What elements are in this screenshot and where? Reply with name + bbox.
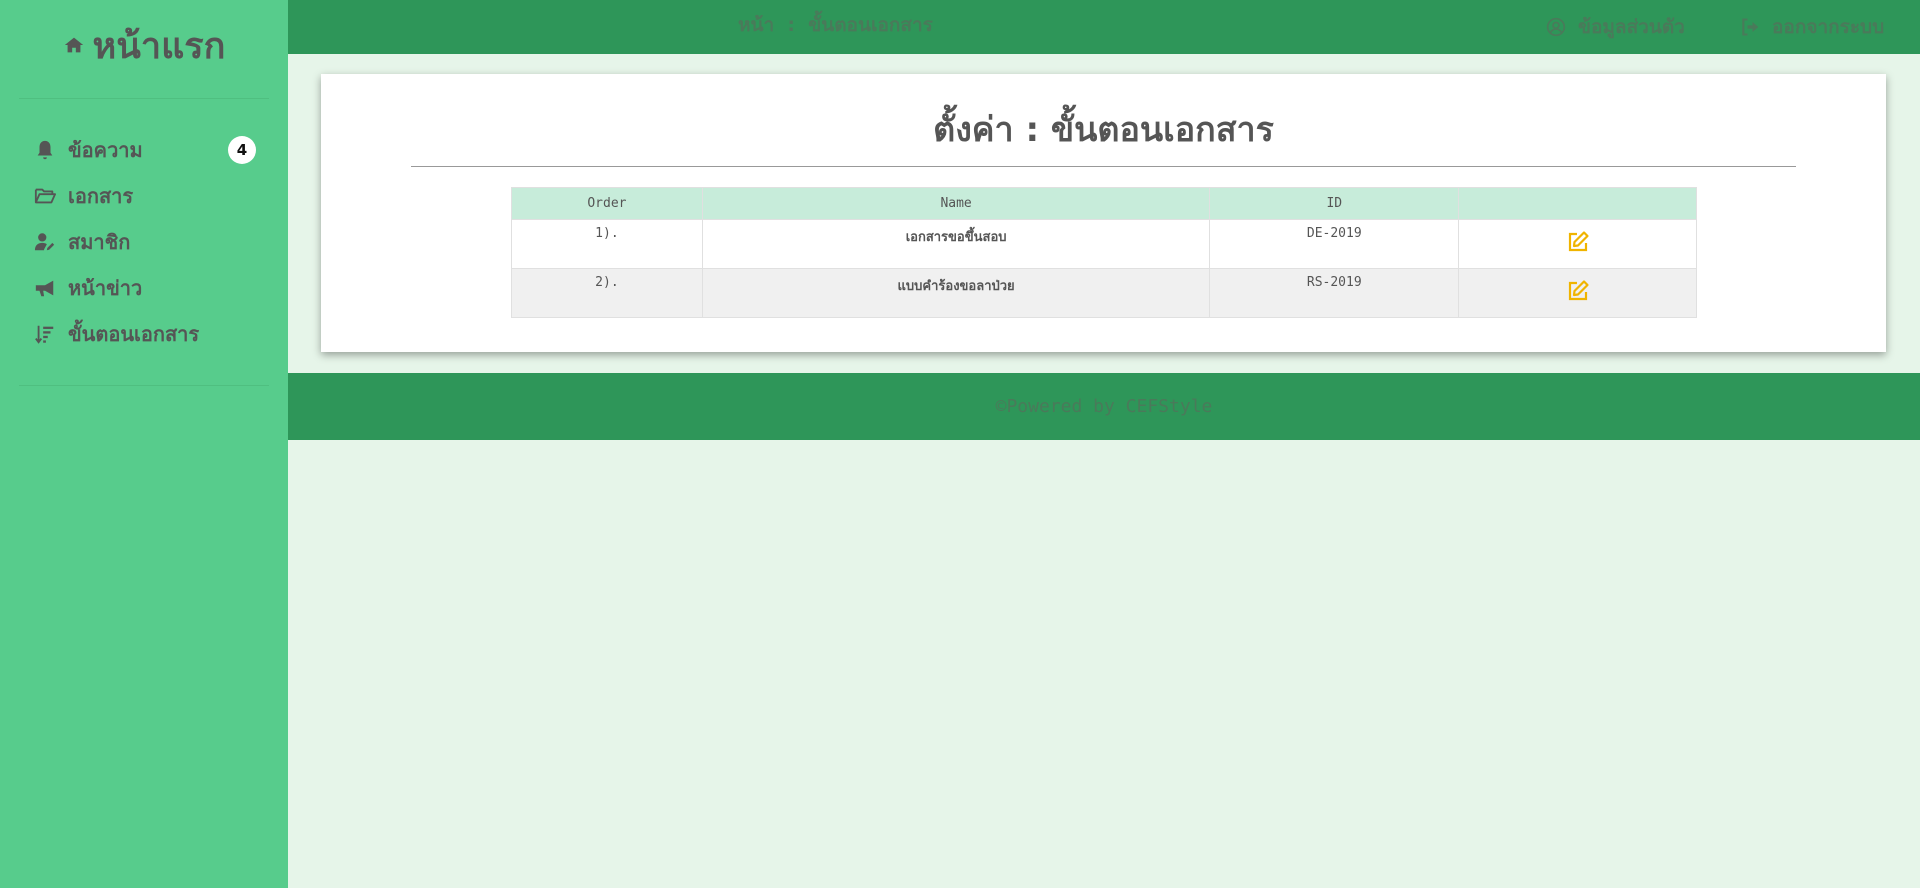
folder-open-icon [34, 188, 56, 204]
bullhorn-icon [35, 280, 54, 297]
sidebar-item-label: ขั้นตอนเอกสาร [68, 322, 200, 346]
sidebar-divider [19, 385, 269, 386]
sign-out-icon [1742, 18, 1759, 36]
document-steps-table: Order Name ID 1). เอกสารขอขึ้นสอบ DE-201… [511, 187, 1697, 318]
cell-id: RS-2019 [1209, 268, 1460, 318]
table-row: 2). แบบคำร้องขอลาป่วย RS-2019 [511, 268, 1697, 318]
logout-label: ออกจากระบบ [1772, 16, 1885, 38]
sidebar: หน้าแรก ข้อความ 4 เอกสาร สมาชิก หน้าข่าว… [0, 0, 288, 888]
edit-icon[interactable] [1566, 230, 1590, 254]
sidebar-item-label: หน้าข่าว [68, 276, 143, 300]
cell-id: DE-2019 [1209, 219, 1460, 269]
sidebar-item-label: ข้อความ [68, 138, 143, 162]
column-header-order: Order [511, 187, 703, 220]
footer: ©Powered by CEFStyle [288, 373, 1920, 440]
user-circle-icon [1546, 17, 1566, 37]
cell-action [1458, 268, 1697, 318]
content-card: ตั้งค่า : ขั้นตอนเอกสาร Order Name ID 1)… [321, 74, 1886, 352]
profile-label: ข้อมูลส่วนตัว [1578, 16, 1685, 38]
sidebar-item-documents[interactable]: เอกสาร [0, 173, 288, 219]
breadcrumb: หน้า : ขั้นตอนเอกสาร [738, 14, 933, 36]
page-title: ตั้งค่า : ขั้นตอนเอกสาร [933, 110, 1274, 150]
sidebar-divider [19, 98, 269, 99]
column-header-id: ID [1209, 187, 1460, 220]
sidebar-brand[interactable]: หน้าแรก [0, 0, 288, 90]
bell-icon [37, 140, 53, 160]
profile-link[interactable]: ข้อมูลส่วนตัว [1546, 12, 1685, 42]
sidebar-item-messages[interactable]: ข้อความ 4 [0, 127, 288, 173]
table-row: 1). เอกสารขอขึ้นสอบ DE-2019 [511, 219, 1697, 269]
cell-action [1458, 219, 1697, 269]
sidebar-item-members[interactable]: สมาชิก [0, 219, 288, 265]
cell-name: แบบคำร้องขอลาป่วย [701, 268, 1211, 318]
cell-order: 1). [511, 219, 703, 269]
sidebar-item-label: สมาชิก [68, 230, 131, 254]
column-header-action [1458, 187, 1697, 220]
home-icon [64, 37, 83, 53]
logout-link[interactable]: ออกจากระบบ [1740, 12, 1884, 42]
footer-text: ©Powered by CEFStyle [995, 396, 1213, 417]
sidebar-nav: ข้อความ 4 เอกสาร สมาชิก หน้าข่าว ขั้นตอน… [0, 107, 288, 377]
sidebar-item-document-steps[interactable]: ขั้นตอนเอกสาร [0, 311, 288, 357]
table-header-row: Order Name ID [511, 187, 1697, 220]
brand-label: หน้าแรก [92, 25, 226, 67]
cell-name: เอกสารขอขึ้นสอบ [701, 219, 1211, 269]
sort-amount-down-icon [35, 325, 54, 344]
cell-order: 2). [511, 268, 703, 318]
message-count-badge: 4 [228, 136, 256, 164]
column-header-name: Name [701, 187, 1211, 220]
sidebar-item-label: เอกสาร [68, 184, 134, 208]
sidebar-item-news[interactable]: หน้าข่าว [0, 265, 288, 311]
top-bar: หน้า : ขั้นตอนเอกสาร ข้อมูลส่วนตัว ออกจา… [288, 0, 1920, 54]
user-edit-icon [34, 233, 55, 251]
edit-icon[interactable] [1566, 279, 1590, 303]
title-divider [411, 166, 1796, 167]
